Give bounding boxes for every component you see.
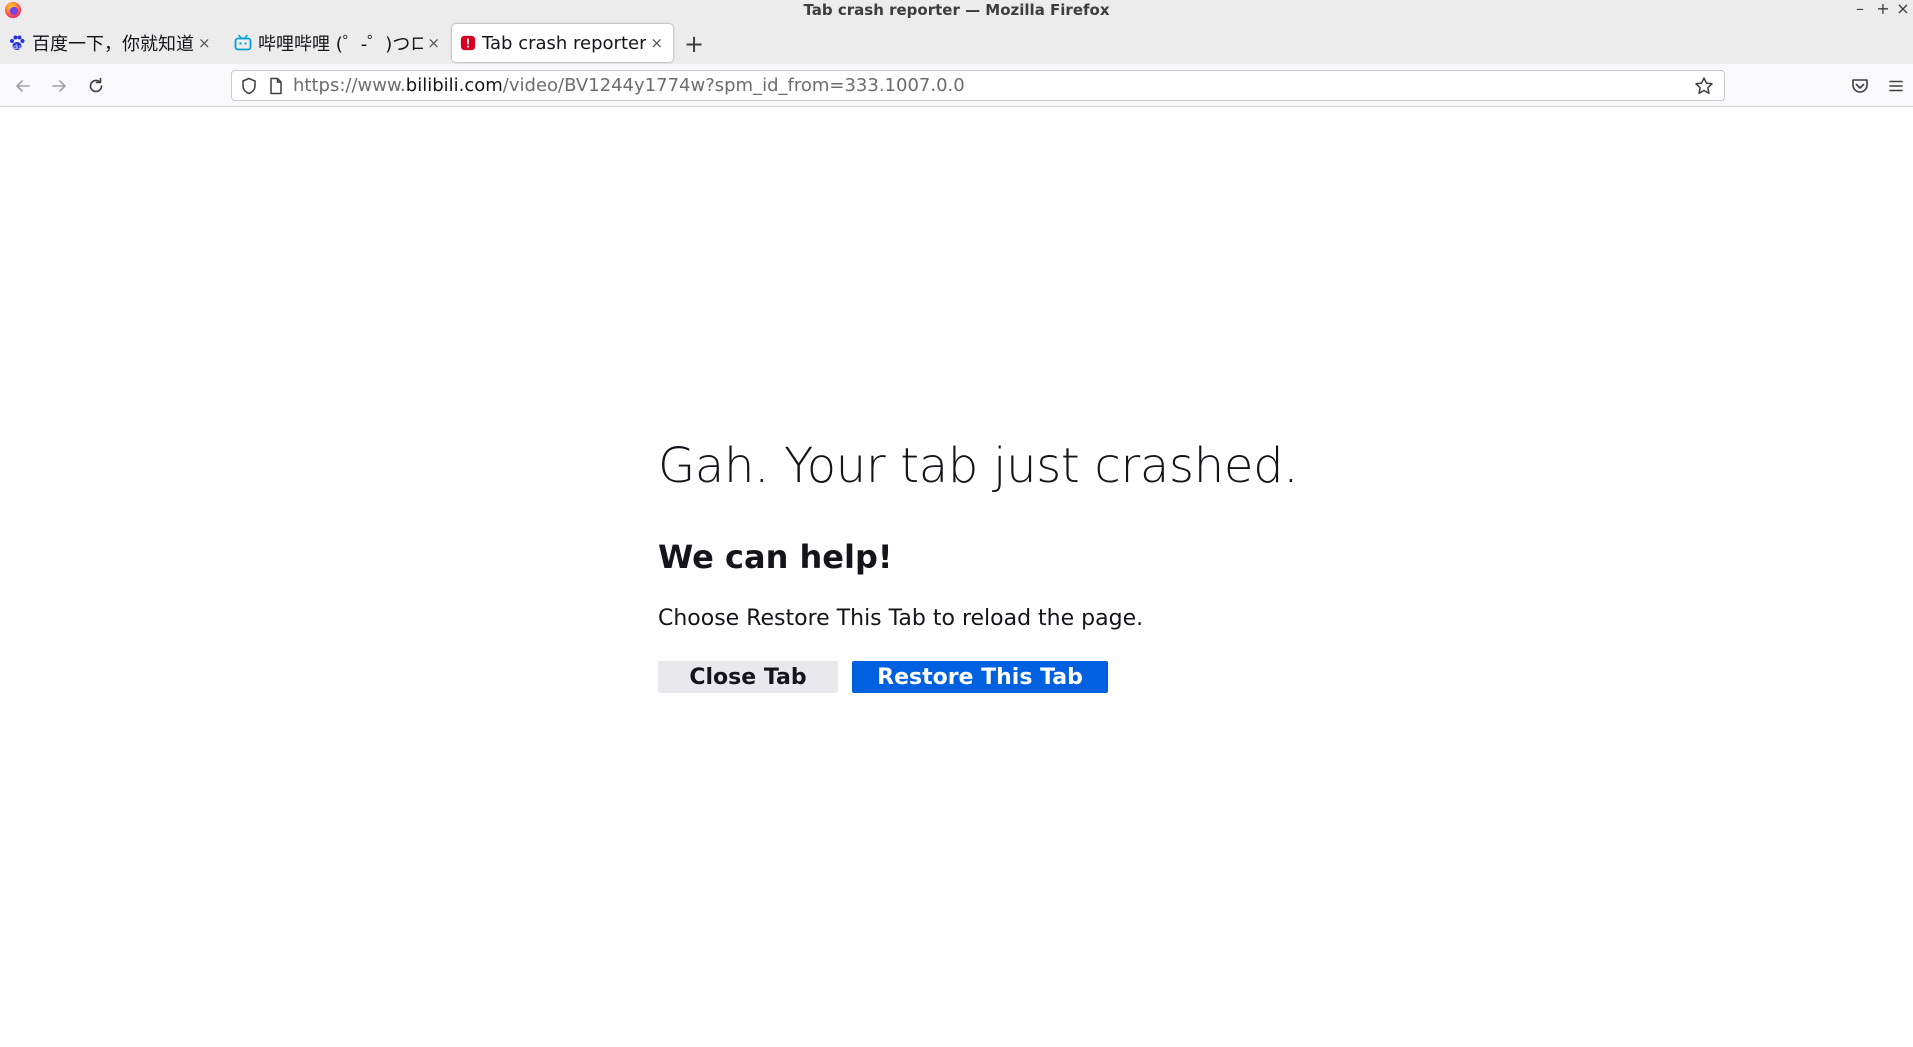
new-tab-button[interactable]: + — [684, 32, 704, 56]
svg-text:du: du — [13, 44, 21, 51]
tab-close-button[interactable]: × — [427, 34, 440, 52]
crash-subheading: We can help! — [658, 538, 893, 576]
window-title: Tab crash reporter — Mozilla Firefox — [803, 1, 1110, 19]
bookmark-star-icon[interactable] — [1694, 76, 1714, 96]
page-icon[interactable] — [268, 77, 284, 95]
url-path: /video/BV1244y1774w?spm_id_from=333.1007… — [502, 75, 965, 96]
bilibili-tv-icon — [234, 34, 252, 51]
minimize-button[interactable]: – — [1850, 0, 1870, 18]
nav-bar: https://www.bilibili.com/video/BV1244y17… — [0, 64, 1913, 107]
tab-close-button[interactable]: × — [198, 34, 211, 52]
pocket-icon[interactable] — [1849, 75, 1871, 97]
tab-baidu[interactable]: du 百度一下，你就知道 × — [8, 24, 214, 62]
title-bar: Tab crash reporter — Mozilla Firefox – +… — [0, 0, 1913, 20]
crash-buttons: Close Tab Restore This Tab — [658, 661, 1358, 693]
window-close-button[interactable]: × — [1893, 0, 1913, 18]
tab-label: Tab crash reporter — [482, 32, 647, 54]
page-content: Gah. Your tab just crashed. We can help!… — [0, 108, 1913, 1047]
back-arrow-icon[interactable] — [12, 75, 34, 97]
maximize-button[interactable]: + — [1873, 0, 1893, 18]
restore-tab-button[interactable]: Restore This Tab — [852, 661, 1108, 693]
crash-warning-icon — [460, 35, 476, 51]
baidu-paw-icon: du — [10, 35, 25, 51]
crash-message: Choose Restore This Tab to reload the pa… — [658, 606, 1144, 631]
tab-bilibili[interactable]: 哔哩哔哩 (゜-゜)つロ × — [234, 24, 440, 62]
url-bar[interactable]: https://www.bilibili.com/video/BV1244y17… — [231, 70, 1725, 101]
hamburger-menu-icon[interactable] — [1885, 75, 1907, 97]
url-scheme: https://www. — [293, 75, 406, 96]
shield-icon[interactable] — [240, 77, 258, 95]
tab-label: 百度一下，你就知道 — [32, 34, 194, 55]
close-tab-button[interactable]: Close Tab — [658, 661, 838, 693]
reload-icon[interactable] — [85, 75, 107, 97]
crash-panel: Gah. Your tab just crashed. We can help!… — [658, 438, 1358, 693]
crash-heading: Gah. Your tab just crashed. — [658, 438, 1299, 494]
tab-close-button[interactable]: × — [650, 34, 663, 52]
tab-strip: du 百度一下，你就知道 × 哔哩哔哩 (゜-゜)つロ × Tab crash … — [0, 20, 1913, 64]
forward-arrow-icon[interactable] — [48, 75, 70, 97]
url-text[interactable]: https://www.bilibili.com/video/BV1244y17… — [293, 75, 965, 96]
tab-label: 哔哩哔哩 (゜-゜)つロ — [258, 34, 424, 55]
tab-crash-reporter[interactable]: Tab crash reporter × — [452, 24, 673, 62]
url-host: bilibili.com — [405, 75, 503, 96]
